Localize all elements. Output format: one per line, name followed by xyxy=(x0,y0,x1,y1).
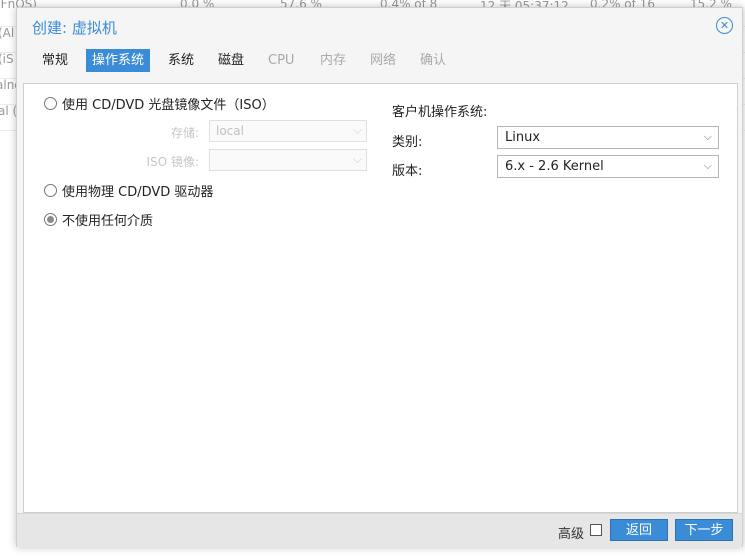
iso-option[interactable]: 使用 CD/DVD 光盘镜像文件（ISO） xyxy=(44,94,275,113)
advanced-label: 高级 xyxy=(558,527,585,542)
os-type-select[interactable]: Linux ⌵ xyxy=(497,126,719,149)
tab-os[interactable]: 操作系统 xyxy=(86,49,151,72)
next-button[interactable]: 下一步 xyxy=(675,519,733,541)
physical-drive-label: 使用物理 CD/DVD 驱动器 xyxy=(62,184,214,200)
no-media-radio[interactable] xyxy=(44,212,57,226)
no-media-label: 不使用任何介质 xyxy=(62,213,154,229)
bg-cell: (iS xyxy=(0,52,14,66)
guest-os-heading: 客户机操作系统: xyxy=(392,105,488,120)
close-circle-icon[interactable]: ✕ xyxy=(716,17,733,34)
chevron-down-icon: ⌵ xyxy=(352,123,362,137)
storage-value: local xyxy=(216,124,244,138)
tab-disks[interactable]: 磁盘 xyxy=(212,49,250,72)
storage-label: 存储: xyxy=(170,126,199,140)
chevron-down-icon: ⌵ xyxy=(703,159,712,172)
os-version-label: 版本: xyxy=(392,164,423,179)
create-vm-dialog: 创建: 虚拟机 ✕ 常规 操作系统 系统 磁盘 CPU 内存 网络 确认 使用 … xyxy=(16,7,743,547)
iso-image-combo: ⌵ xyxy=(209,149,367,171)
iso-radio[interactable] xyxy=(44,96,57,110)
tab-confirm[interactable]: 确认 xyxy=(414,49,452,72)
physical-drive-radio[interactable] xyxy=(44,183,57,197)
dialog-title: 创建: 虚拟机 xyxy=(32,19,117,37)
iso-image-label: ISO 镜像: xyxy=(146,155,199,169)
chevron-down-icon: ⌵ xyxy=(703,130,712,143)
bg-cell: (Al xyxy=(0,26,15,40)
os-version-select[interactable]: 6.x - 2.6 Kernel ⌵ xyxy=(497,155,719,178)
physical-drive-option[interactable]: 使用物理 CD/DVD 驱动器 xyxy=(44,181,214,200)
tab-system[interactable]: 系统 xyxy=(162,49,200,72)
back-button[interactable]: 返回 xyxy=(610,519,668,541)
no-media-option[interactable]: 不使用任何介质 xyxy=(44,210,154,229)
tab-memory[interactable]: 内存 xyxy=(314,49,352,72)
chevron-down-icon: ⌵ xyxy=(352,152,362,166)
iso-option-label: 使用 CD/DVD 光盘镜像文件（ISO） xyxy=(62,97,275,113)
os-panel: 使用 CD/DVD 光盘镜像文件（ISO） 存储: local ⌵ ISO 镜像… xyxy=(23,83,738,513)
storage-combo: local ⌵ xyxy=(209,120,367,142)
os-version-value: 6.x - 2.6 Kernel xyxy=(505,159,604,174)
advanced-checkbox[interactable] xyxy=(590,524,602,536)
os-type-value: Linux xyxy=(505,130,541,145)
dialog-title-bar[interactable]: 创建: 虚拟机 ✕ xyxy=(17,8,742,44)
dialog-footer: 高级 返回 下一步 xyxy=(17,513,742,547)
tab-general[interactable]: 常规 xyxy=(36,49,74,72)
tab-network[interactable]: 网络 xyxy=(364,49,402,72)
tab-cpu[interactable]: CPU xyxy=(262,49,300,72)
os-type-label: 类别: xyxy=(392,135,423,150)
